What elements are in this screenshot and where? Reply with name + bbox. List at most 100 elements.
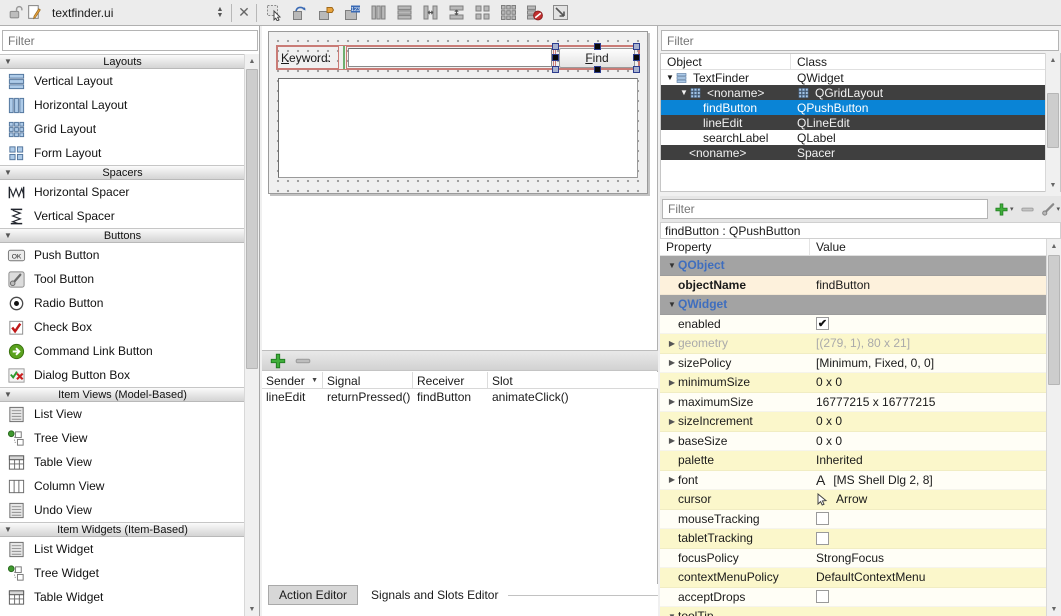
expander-icon[interactable]: ▶ (666, 378, 678, 387)
collapse-icon[interactable]: ▼ (0, 525, 16, 534)
widget-item-horizontal-layout[interactable]: Horizontal Layout (0, 93, 245, 117)
expander-icon[interactable]: ▶ (666, 417, 678, 426)
property-row-sizeincrement[interactable]: ▶sizeIncrement0 x 0 (660, 412, 1046, 432)
selection-handle[interactable] (633, 43, 640, 50)
column-header-slot[interactable]: Slot (488, 372, 658, 388)
property-value[interactable]: findButton (816, 278, 870, 292)
property-group-qobject[interactable]: ▼QObject (660, 256, 1046, 276)
category-header-item-views-model-based-[interactable]: ▼Item Views (Model-Based) (0, 387, 245, 402)
expander-icon[interactable]: ▶ (666, 358, 678, 367)
collapse-icon[interactable]: ▼ (0, 231, 16, 240)
selection-handle[interactable] (594, 66, 601, 73)
widget-item-vertical-layout[interactable]: Vertical Layout (0, 69, 245, 93)
selection-handle[interactable] (594, 43, 601, 50)
checkbox-acceptdrops[interactable] (816, 590, 829, 603)
widget-item-table-view[interactable]: Table View (0, 450, 245, 474)
column-header-class[interactable]: Class (791, 54, 1060, 69)
column-header-sender[interactable]: Sender▼ (262, 372, 323, 388)
checkbox-enabled[interactable]: ✔ (816, 317, 829, 330)
layout-grid-icon[interactable] (499, 3, 518, 22)
tab-signals-and-slots-editor[interactable]: Signals and Slots Editor (361, 585, 508, 605)
widget-item-vertical-spacer[interactable]: Vertical Spacer (0, 204, 245, 228)
edit-signals-slots-icon[interactable] (291, 3, 310, 22)
checkbox-tablettracking[interactable] (816, 532, 829, 545)
widget-item-undo-view[interactable]: Undo View (0, 498, 245, 522)
add-property-icon[interactable]: ▾ (994, 202, 1014, 217)
object-row-textfinder[interactable]: ▼TextFinderQWidget (661, 70, 1060, 85)
collapse-icon[interactable]: ▼ (0, 57, 16, 66)
adjust-size-icon[interactable] (551, 3, 570, 22)
widget-item-radio-button[interactable]: Radio Button (0, 291, 245, 315)
expander-icon[interactable]: ▶ (666, 475, 678, 484)
property-row-focuspolicy[interactable]: ▶focusPolicyStrongFocus (660, 549, 1046, 569)
checkbox-mousetracking[interactable] (816, 512, 829, 525)
scroll-down-icon[interactable]: ▼ (1047, 602, 1061, 616)
configure-property-icon[interactable]: ▾ (1041, 202, 1061, 217)
property-editor-scrollbar[interactable]: ▲ ▼ (1046, 239, 1061, 616)
widget-item-tree-widget[interactable]: Tree Widget (0, 561, 245, 585)
widget-item-list-view[interactable]: List View (0, 402, 245, 426)
edit-tab-order-icon[interactable]: 123 (343, 3, 362, 22)
expander-icon[interactable]: ▶ (666, 397, 678, 406)
object-row-noname[interactable]: ▼<noname>QGridLayout (661, 85, 1060, 100)
add-connection-icon[interactable] (269, 353, 287, 368)
property-row-palette[interactable]: ▶paletteInherited (660, 451, 1046, 471)
expander-icon[interactable]: ▼ (666, 300, 678, 309)
tab-action-editor[interactable]: Action Editor (268, 585, 358, 605)
widget-item-grid-layout[interactable]: Grid Layout (0, 117, 245, 141)
connection-cell[interactable]: animateClick() (488, 389, 658, 405)
property-row-cursor[interactable]: ▶cursorArrow (660, 490, 1046, 510)
property-value[interactable]: DefaultContextMenu (816, 570, 925, 584)
category-header-buttons[interactable]: ▼Buttons (0, 228, 245, 243)
form-canvas[interactable]: Keyword: Find (268, 31, 648, 194)
result-text-edit[interactable] (278, 78, 638, 178)
selection-handle[interactable] (552, 43, 559, 50)
connection-cell[interactable]: returnPressed() (323, 389, 413, 405)
widget-item-push-button[interactable]: OKPush Button (0, 243, 245, 267)
collapse-icon[interactable]: ▼ (0, 390, 16, 399)
expander-icon[interactable]: ▶ (666, 339, 678, 348)
expander-icon[interactable]: ▶ (666, 436, 678, 445)
property-row-objectname[interactable]: ▶objectNamefindButton (660, 276, 1046, 296)
connection-row[interactable]: lineEditreturnPressed()findButtonanimate… (262, 389, 658, 405)
remove-connection-icon[interactable] (294, 353, 312, 368)
break-layout-icon[interactable] (525, 3, 544, 22)
property-row-enabled[interactable]: ▶enabled✔ (660, 315, 1046, 335)
column-header-receiver[interactable]: Receiver (413, 372, 488, 388)
selection-handle[interactable] (552, 54, 559, 61)
property-value[interactable]: Arrow (836, 492, 867, 506)
file-switcher-stepper[interactable]: ▲▼ (212, 4, 228, 22)
keyword-line-edit[interactable] (348, 48, 552, 67)
property-filter-input[interactable] (662, 199, 988, 219)
edit-file-icon[interactable] (25, 3, 44, 22)
widget-item-list-widget[interactable]: List Widget (0, 537, 245, 561)
scroll-up-icon[interactable]: ▲ (1047, 239, 1061, 253)
column-header-signal[interactable]: Signal (323, 372, 413, 388)
widget-item-check-box[interactable]: Check Box (0, 315, 245, 339)
property-row-contextmenupolicy[interactable]: ▶contextMenuPolicyDefaultContextMenu (660, 568, 1046, 588)
scroll-down-icon[interactable]: ▼ (1046, 178, 1060, 192)
object-row-noname[interactable]: ▼<noname>Spacer (661, 145, 1060, 160)
property-value[interactable]: [(279, 1), 80 x 21] (816, 336, 910, 350)
connection-cell[interactable]: findButton (413, 389, 488, 405)
property-group-qwidget[interactable]: ▼QWidget (660, 295, 1046, 315)
close-icon[interactable]: ✕ (235, 4, 253, 22)
scrollbar-thumb[interactable] (1048, 255, 1060, 385)
selection-handle[interactable] (633, 54, 640, 61)
lock-open-icon[interactable] (6, 3, 25, 22)
property-value[interactable]: 0 x 0 (816, 414, 842, 428)
column-header-object[interactable]: Object (661, 54, 791, 69)
scroll-down-icon[interactable]: ▼ (245, 602, 259, 616)
column-header-value[interactable]: Value (810, 239, 1061, 255)
property-row-mousetracking[interactable]: ▶mouseTracking (660, 510, 1046, 530)
layout-form-icon[interactable] (473, 3, 492, 22)
selection-handle[interactable] (552, 66, 559, 73)
collapse-icon[interactable]: ▼ (0, 168, 16, 177)
widget-item-table-widget[interactable]: Table Widget (0, 585, 245, 609)
remove-property-icon[interactable] (1020, 202, 1035, 217)
layout-splitter-horizontal-icon[interactable] (421, 3, 440, 22)
property-value[interactable]: [MS Shell Dlg 2, 8] (833, 473, 932, 487)
property-value[interactable]: 0 x 0 (816, 434, 842, 448)
widget-item-tool-button[interactable]: Tool Button (0, 267, 245, 291)
property-row-minimumsize[interactable]: ▶minimumSize0 x 0 (660, 373, 1046, 393)
